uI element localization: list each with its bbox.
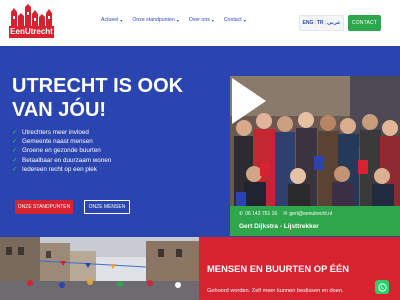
check-icon: ✓ xyxy=(12,147,18,155)
mail-icon: ✉ xyxy=(283,211,288,217)
chevron-down-icon: ▾ xyxy=(176,17,179,23)
nav-item-over-ons[interactable]: Over ons ▾ xyxy=(189,17,214,23)
hero-title-line-1: UTRECHT IS OOK xyxy=(12,75,184,97)
phone-link[interactable]: ✆ 06 143 761 16 xyxy=(239,211,277,217)
phone-number: 06 143 761 16 xyxy=(245,211,278,217)
mensen-en-buurten-section: MENSEN EN BUURTEN OP ÉÉN Gehoord worden.… xyxy=(199,237,400,300)
logo[interactable]: EenUtrecht xyxy=(9,4,54,40)
list-item-label: Utrechters meer invloed xyxy=(22,129,89,136)
standpunten-button[interactable]: ONZE STANDPUNTEN xyxy=(15,200,73,214)
video-caption: ✆ 06 143 761 16 ✉ gert@eenutrecht.nl Gert … xyxy=(230,206,400,236)
hero-bullet-list: ✓ Utrechters meer invloed ✓ Gemeente naast… xyxy=(12,128,111,174)
whatsapp-icon xyxy=(377,282,387,292)
list-item: ✓ Groene en gezonde buurten xyxy=(12,146,111,155)
hero-title-line-2: VAN JÓU! xyxy=(12,99,107,121)
street-scene-image xyxy=(0,237,199,300)
check-icon: ✓ xyxy=(12,138,18,146)
main-nav: Actueel ▾ Onze standpunten ▾ Over ons ▾ … xyxy=(101,17,246,23)
contact-button[interactable]: CONTACT xyxy=(348,15,381,31)
street-photo xyxy=(0,237,199,300)
phone-icon: ✆ xyxy=(239,211,244,217)
list-item-label: Groene en gezonde buurten xyxy=(22,147,101,155)
nav-item-label: Onze standpunten xyxy=(132,17,175,23)
nav-item-standpunten[interactable]: Onze standpunten ▾ xyxy=(132,17,178,23)
nav-item-label: Actueel xyxy=(101,17,119,23)
lang-separator: | xyxy=(314,20,316,26)
email-link[interactable]: ✉ gert@eenutrecht.nl xyxy=(283,211,332,217)
site-header: EenUtrecht Actueel ▾ Onze standpunten ▾ … xyxy=(0,0,400,46)
logo-wordmark: EenUtrecht xyxy=(9,26,54,38)
contact-row: ✆ 06 143 761 16 ✉ gert@eenutrecht.nl xyxy=(239,211,332,217)
canal-houses-icon xyxy=(11,4,52,26)
list-item: ✓ Iedereen recht op een plek xyxy=(12,165,111,174)
chevron-down-icon: ▾ xyxy=(120,17,123,23)
check-icon: ✓ xyxy=(12,165,18,173)
list-item: ✓ Betaalbaar en duurzaam wonen xyxy=(12,156,111,165)
check-icon: ✓ xyxy=(12,129,18,136)
nav-item-label: Over ons xyxy=(188,17,210,23)
lang-ar[interactable]: عربي xyxy=(327,20,340,26)
onze-mensen-button[interactable]: ONZE MENSEN xyxy=(84,200,130,214)
email-address: gert@eenutrecht.nl xyxy=(289,211,332,217)
nav-item-actueel[interactable]: Actueel ▾ xyxy=(101,17,122,23)
list-item-label: Betaalbaar en duurzaam wonen xyxy=(22,156,112,164)
chevron-down-icon: ▾ xyxy=(243,17,246,23)
nav-item-label: Contact xyxy=(223,17,242,23)
list-item: ✓ Utrechters meer invloed xyxy=(12,128,111,137)
language-switcher: ENG | TR | عربي xyxy=(299,15,344,31)
lang-tr[interactable]: TR xyxy=(317,20,324,26)
chevron-down-icon: ▾ xyxy=(211,17,214,23)
section-title: MENSEN EN BUURTEN OP ÉÉN xyxy=(207,263,350,274)
list-item-label: Gemeente naast mensen xyxy=(22,138,93,146)
hero-section: UTRECHT IS OOK VAN JÓU! ✓ Utrechters meer… xyxy=(0,46,400,237)
check-icon: ✓ xyxy=(12,156,18,164)
section-subtitle: Gehoord worden. Zelf meer kunnen besliss… xyxy=(207,288,344,294)
play-icon[interactable] xyxy=(230,76,268,126)
candidate-name: Gert Dijkstra - Lijsttrekker xyxy=(239,223,319,230)
list-item-label: Iedereen recht op een plek xyxy=(22,165,97,173)
list-item: ✓ Gemeente naast mensen xyxy=(12,137,111,146)
lang-separator: | xyxy=(324,20,326,26)
hero-title: UTRECHT IS OOK VAN JÓU! xyxy=(12,74,212,122)
lang-eng[interactable]: ENG xyxy=(303,20,314,26)
whatsapp-button[interactable] xyxy=(375,280,389,294)
nav-item-contact[interactable]: Contact ▾ xyxy=(224,17,246,23)
